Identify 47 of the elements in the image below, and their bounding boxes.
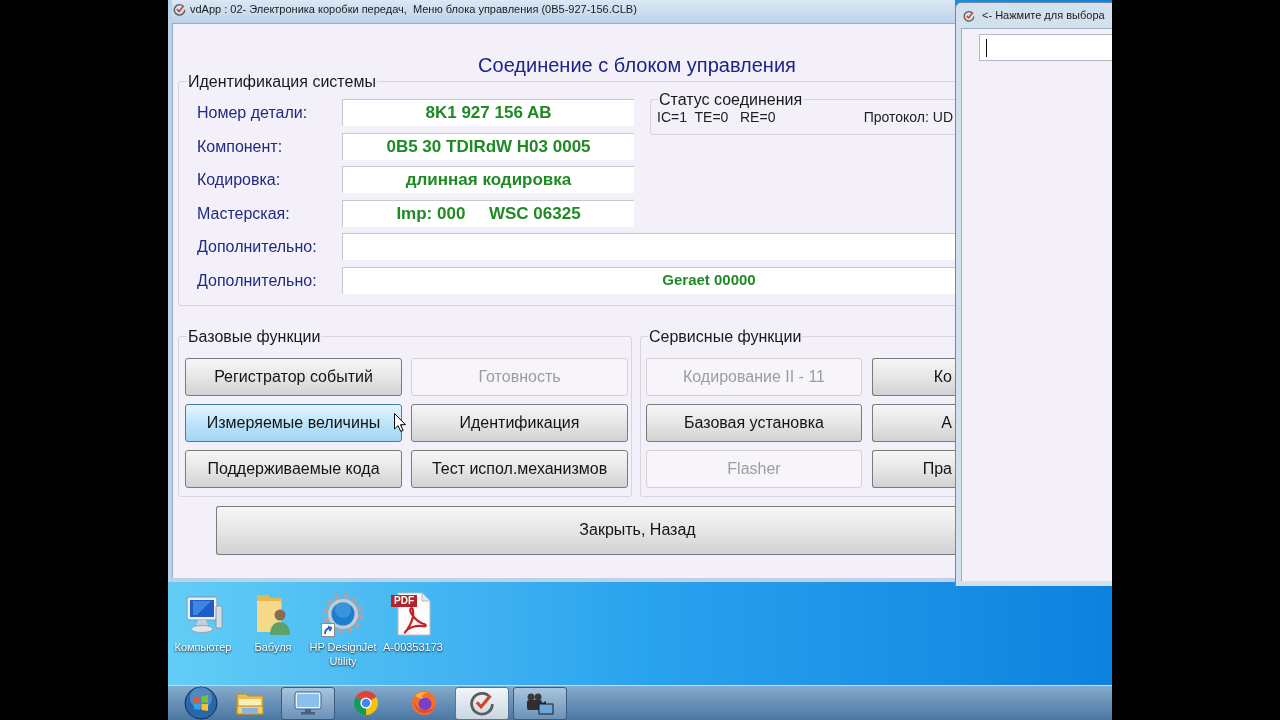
group-title: Идентификация системы	[187, 72, 377, 91]
function-button[interactable]: Регистратор событий	[185, 357, 402, 396]
taskbar-button[interactable]	[513, 686, 567, 720]
function-button[interactable]: Базовая установка	[646, 403, 862, 442]
value-field: 8K1 927 156 AB	[342, 99, 634, 126]
monitor-icon	[293, 690, 323, 716]
group-title: Сервисные функции	[648, 326, 803, 346]
status-counters: IC=1 TE=0 RE=0	[657, 109, 776, 125]
function-button[interactable]: Поддерживаемые кода	[185, 449, 402, 488]
field-label: Дополнительно:	[197, 237, 318, 256]
globe-icon[interactable]	[411, 690, 437, 716]
value-field: Imp: 000 WSC 06325	[342, 199, 634, 227]
video-camera-icon	[525, 691, 555, 715]
check-circle-icon	[469, 690, 495, 716]
document-icon[interactable]	[395, 592, 431, 636]
function-button[interactable]: Идентификация	[411, 403, 628, 442]
value-field: длинная кодировка	[342, 166, 634, 193]
dialog-heading: Соединение с блоком управления	[478, 54, 796, 76]
check-circle-icon	[963, 9, 975, 22]
start-orb-icon[interactable]	[184, 686, 218, 720]
group-title: Статус соединения	[658, 90, 804, 109]
function-button[interactable]: А	[872, 403, 955, 442]
function-button[interactable]: Ко	[872, 357, 955, 396]
field-label: Мастерская:	[197, 203, 291, 223]
file-type-tag: PDF	[391, 595, 417, 607]
field-label: Номер детали:	[197, 103, 309, 122]
function-button[interactable]: Тест испол.механизмов	[411, 449, 628, 488]
value-field: Geraet 00000	[342, 266, 955, 294]
protocol-label: Протокол: UD	[863, 109, 953, 125]
user-folder-icon[interactable]	[254, 592, 292, 636]
close-back-button[interactable]: Закрыть, Назад	[216, 505, 955, 555]
field-label: Дополнительно:	[197, 270, 318, 290]
folder-icon[interactable]	[235, 690, 265, 716]
window-title: <- Нажмите для выбора	[982, 9, 1105, 22]
group-title: Базовые функции	[187, 326, 322, 346]
browser-icon[interactable]	[353, 690, 379, 716]
function-button[interactable]: Пра	[872, 449, 955, 488]
value-field: 0B5 30 TDIRdW H03 0005	[342, 132, 634, 160]
input-field[interactable]	[979, 34, 1112, 61]
computer-icon[interactable]	[183, 594, 223, 634]
mouse-pointer-icon	[394, 412, 406, 432]
field-label: Компонент:	[197, 136, 284, 156]
check-circle-icon	[173, 3, 186, 16]
taskbar-button[interactable]	[455, 686, 509, 720]
taskbar-button[interactable]	[281, 686, 335, 720]
field-label: Кодировка:	[197, 170, 282, 189]
window-title: vdApp : 02- Электроника коробки передач, Меню блока управления (0B5-927-156.CLB)	[190, 3, 637, 16]
